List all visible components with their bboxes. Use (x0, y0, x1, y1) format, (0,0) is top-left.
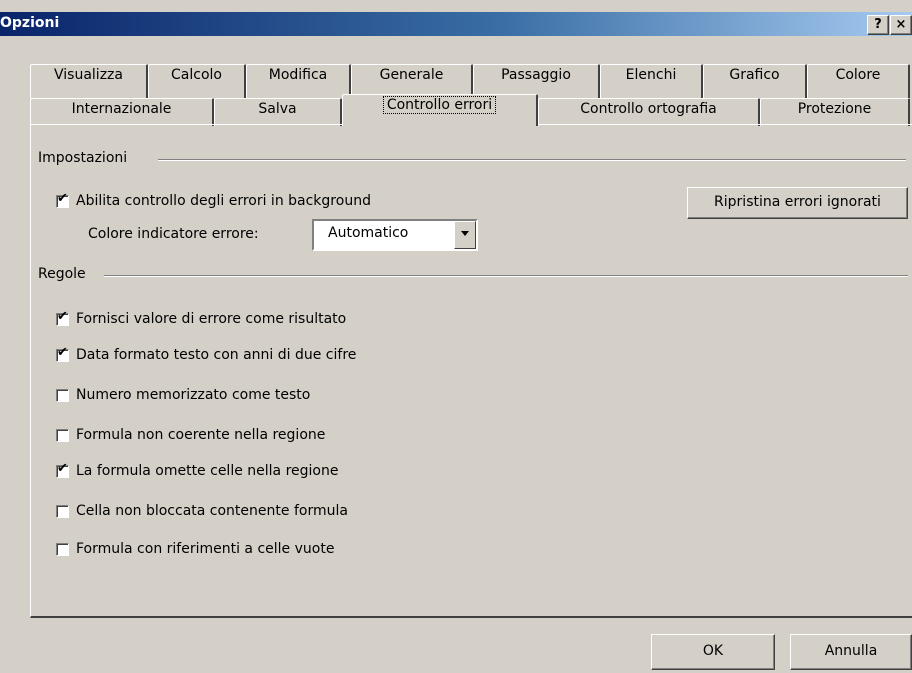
rule-error-value-row[interactable]: ✔ Fornisci valore di errore come risulta… (56, 308, 347, 327)
tab-label: Generale (379, 67, 444, 83)
rule-checkbox[interactable] (56, 542, 69, 556)
tab-label: Elenchi (625, 67, 677, 83)
tab-generale[interactable]: Generale (351, 64, 473, 98)
tab-passaggio[interactable]: Passaggio (473, 64, 600, 98)
tab-controllo-ortografia[interactable]: Controllo ortografia (538, 98, 760, 126)
help-button[interactable]: ? (867, 15, 889, 35)
check-icon: ✔ (57, 344, 68, 360)
tab-elenchi[interactable]: Elenchi (600, 64, 703, 98)
chevron-down-icon[interactable] (454, 221, 476, 249)
title-bar[interactable]: Opzioni ? × (0, 12, 912, 36)
ok-button[interactable]: OK (651, 634, 775, 670)
cancel-button[interactable]: Annulla (790, 634, 912, 670)
rule-checkbox[interactable] (56, 504, 69, 518)
options-dialog: Opzioni ? × Visualizza Calcolo Modifica … (0, 0, 912, 673)
tab-controllo-errori[interactable]: Controllo errori (342, 94, 538, 126)
rule-unlocked-cell-row[interactable]: Cella non bloccata contenente formula (56, 503, 348, 519)
settings-divider (158, 159, 906, 161)
tab-protezione[interactable]: Protezione (760, 98, 910, 126)
rule-empty-cells-row[interactable]: Formula con riferimenti a celle vuote (56, 541, 334, 557)
tab-visualizza[interactable]: Visualizza (30, 64, 148, 98)
rule-checkbox[interactable]: ✔ (56, 344, 69, 362)
check-icon: ✔ (57, 460, 68, 476)
tab-calcolo[interactable]: Calcolo (148, 64, 246, 98)
rule-label: Formula con riferimenti a celle vuote (76, 541, 335, 557)
tab-label: Grafico (729, 67, 780, 83)
tab-label: Protezione (797, 101, 872, 117)
rule-omits-cells-row[interactable]: ✔ La formula omette celle nella regione (56, 460, 339, 479)
reset-ignored-errors-button[interactable]: Ripristina errori ignorati (687, 187, 908, 219)
tab-label: Visualizza (54, 67, 123, 83)
close-button[interactable]: × (890, 15, 912, 35)
rule-two-digit-year-row[interactable]: ✔ Data formato testo con anni di due cif… (56, 344, 357, 363)
tab-label: Colore (835, 67, 881, 83)
background-check-row[interactable]: ✔ Abilita controllo degli errori in back… (56, 190, 371, 209)
tab-label: Controllo ortografia (580, 101, 717, 117)
tab-salva[interactable]: Salva (214, 98, 342, 126)
check-icon: ✔ (57, 308, 68, 324)
rule-label: Cella non bloccata contenente formula (76, 503, 348, 519)
rule-checkbox[interactable]: ✔ (56, 308, 69, 326)
rule-number-as-text-row[interactable]: Numero memorizzato come testo (56, 387, 310, 403)
rules-divider (104, 275, 908, 277)
tab-label: Salva (258, 101, 297, 117)
tab-label: Passaggio (501, 67, 571, 83)
tab-label: Internazionale (71, 101, 172, 117)
check-icon: ✔ (57, 190, 68, 206)
rule-label: La formula omette celle nella regione (76, 463, 339, 479)
color-indicator-label: Colore indicatore errore: (88, 226, 259, 242)
rule-checkbox[interactable]: ✔ (56, 460, 69, 478)
window-title: Opzioni (0, 15, 60, 31)
rule-checkbox[interactable] (56, 428, 69, 442)
rule-label: Numero memorizzato come testo (76, 387, 311, 403)
tab-internazionale[interactable]: Internazionale (30, 98, 214, 126)
tab-label: Calcolo (171, 67, 222, 83)
rule-label: Formula non coerente nella regione (76, 427, 326, 443)
settings-group-heading: Impostazioni (38, 150, 128, 166)
background-checkbox[interactable]: ✔ (56, 190, 69, 208)
rule-label: Data formato testo con anni di due cifre (76, 347, 357, 363)
rule-inconsistent-formula-row[interactable]: Formula non coerente nella regione (56, 427, 325, 443)
rule-label: Fornisci valore di errore come risultato (76, 311, 347, 327)
tab-label: Modifica (268, 67, 328, 83)
background-check-label: Abilita controllo degli errori in backgr… (76, 193, 371, 209)
tab-label: Controllo errori (382, 96, 497, 114)
tab-colore[interactable]: Colore (807, 64, 910, 98)
rule-checkbox[interactable] (56, 388, 69, 402)
color-indicator-value: Automatico (328, 225, 409, 241)
tab-grafico[interactable]: Grafico (703, 64, 807, 98)
tab-modifica[interactable]: Modifica (246, 64, 351, 98)
rules-group-heading: Regole (38, 266, 86, 282)
color-indicator-select[interactable]: Automatico (312, 219, 478, 251)
